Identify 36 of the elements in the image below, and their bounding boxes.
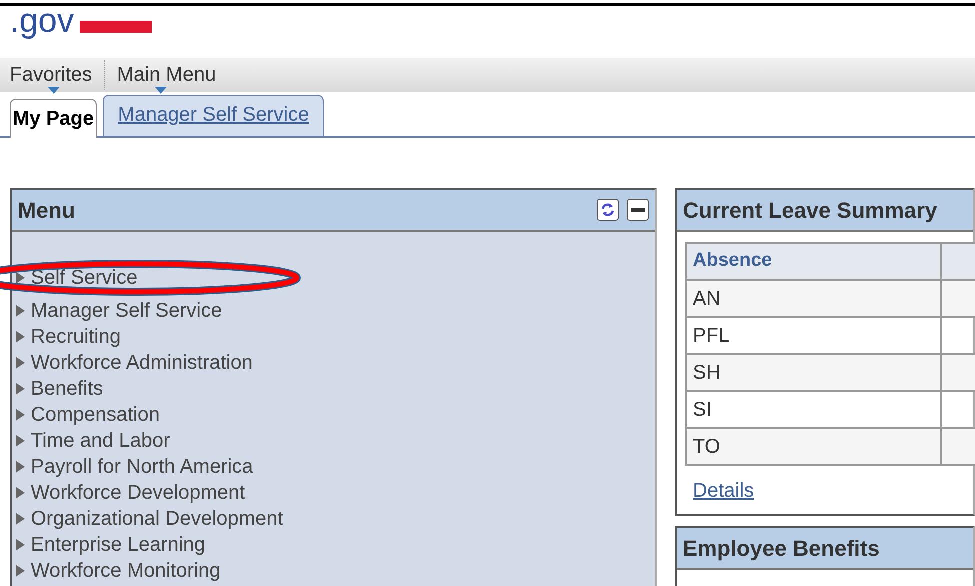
expand-icon[interactable] <box>16 383 25 395</box>
expand-icon[interactable] <box>16 357 25 369</box>
menu-link[interactable]: Payroll for North America <box>31 454 254 480</box>
refresh-icon[interactable] <box>597 199 619 221</box>
table-cell: AN <box>686 280 941 317</box>
expand-icon[interactable] <box>16 305 25 317</box>
panel-title: Menu <box>18 196 76 224</box>
table-cell: SH <box>686 354 941 391</box>
expand-icon[interactable] <box>16 435 25 447</box>
expand-icon[interactable] <box>16 565 25 577</box>
menu-link[interactable]: Workforce Monitoring <box>31 558 221 584</box>
menu-link[interactable]: Workforce Administration <box>31 350 253 376</box>
expand-icon[interactable] <box>16 487 25 499</box>
panel-title: Current Leave Summary <box>683 196 938 225</box>
expand-icon[interactable] <box>16 539 25 551</box>
expand-icon[interactable] <box>16 513 25 525</box>
panel-title: Employee Benefits <box>683 534 880 563</box>
menu-link[interactable]: Time and Labor <box>31 428 170 454</box>
expand-icon[interactable] <box>16 409 25 421</box>
logo-text: .gov <box>10 4 74 38</box>
table-cell: TO <box>686 428 941 465</box>
tab[interactable]: My Page <box>10 99 98 138</box>
menu-link[interactable]: Workforce Development <box>31 480 246 506</box>
menu-link[interactable]: Enterprise Learning <box>31 532 206 558</box>
minimize-icon[interactable] <box>627 199 649 221</box>
menu-link[interactable]: Benefits <box>31 376 104 402</box>
column-header: Absence <box>686 243 941 280</box>
menu-link[interactable]: Organizational Development <box>31 506 284 532</box>
menu-link[interactable]: Recruiting <box>31 324 122 350</box>
expand-icon[interactable] <box>16 272 25 284</box>
tab[interactable]: Manager Self Service <box>103 95 324 136</box>
menu-link[interactable]: Compensation <box>31 402 160 428</box>
details-link[interactable]: Details <box>693 476 754 506</box>
menu-link[interactable]: Manager Self Service <box>31 298 222 324</box>
expand-icon[interactable] <box>16 331 25 343</box>
expand-icon[interactable] <box>16 461 25 473</box>
